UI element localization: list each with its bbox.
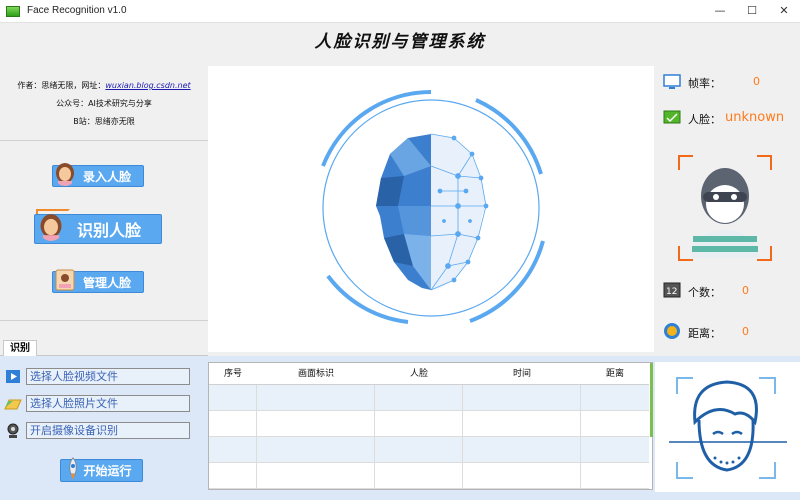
close-button[interactable]: ✕ <box>770 3 798 19</box>
face-right-half <box>431 134 486 290</box>
video-play-icon <box>4 368 22 385</box>
table-row[interactable] <box>209 411 649 437</box>
scan-arc-bottom-left <box>326 274 409 324</box>
face-scan-illustration <box>321 90 545 324</box>
count-value: 0 <box>742 284 749 297</box>
col-distance: 距离 <box>605 369 624 379</box>
woman-avatar-icon <box>56 163 74 186</box>
col-frame-id: 画面标识 <box>297 369 334 379</box>
tab-strip: 识别 <box>0 340 208 357</box>
title-bar: Face Recognition v1.0 — ☐ ✕ <box>0 0 800 23</box>
video-display-area <box>208 66 654 352</box>
woman-avatar-large-icon <box>40 214 62 241</box>
id-card-icon <box>55 269 75 291</box>
maximize-button[interactable]: ☐ <box>738 3 766 19</box>
app-icon <box>6 6 20 17</box>
select-photo-file-field[interactable]: 选择人脸照片文件 <box>26 395 190 412</box>
face-scan-thumbnail-panel <box>655 362 800 492</box>
scan-arc-bottom-right <box>469 240 545 323</box>
video-option-row: 选择人脸视频文件 <box>4 368 190 385</box>
recognize-face-label: 识别人脸 <box>76 221 141 240</box>
svg-text:12: 12 <box>666 287 677 297</box>
wechat-line: 公众号：AI技术研究与分享 <box>56 99 152 108</box>
author-link[interactable]: wuxian.blog.csdn.net <box>105 81 190 90</box>
table-row[interactable] <box>209 437 649 463</box>
window-title: Face Recognition v1.0 <box>27 5 127 16</box>
select-video-file-field[interactable]: 选择人脸视频文件 <box>26 368 190 385</box>
bilibili-line: B站：思绪亦无限 <box>73 117 135 126</box>
distance-value: 0 <box>742 325 749 338</box>
camera-option-row: 开启摄像设备识别 <box>4 422 190 439</box>
minimize-button[interactable]: — <box>706 3 734 19</box>
page-title: 人脸识别与管理系统 <box>314 32 486 52</box>
count-label: 个数： <box>688 286 721 299</box>
left-divider <box>0 320 208 321</box>
enroll-face-label: 录入人脸 <box>82 169 131 184</box>
col-index: 序号 <box>223 369 242 379</box>
run-label: 开始运行 <box>83 464 132 478</box>
col-time: 时间 <box>512 369 531 379</box>
table-row[interactable] <box>209 385 649 411</box>
face-check-icon <box>663 110 681 124</box>
monitor-icon <box>663 74 681 89</box>
results-table: 序号 画面标识 人脸 时间 距离 <box>208 362 653 490</box>
fps-value: 0 <box>753 75 760 88</box>
app-window: Face Recognition v1.0 — ☐ ✕ 人脸识别与管理系统 作者… <box>0 0 800 500</box>
col-face: 人脸 <box>409 369 428 379</box>
unknown-person-icon <box>678 155 772 261</box>
scan-arc-top-right <box>475 98 543 175</box>
webcam-icon <box>4 422 22 439</box>
table-header: 序号 画面标识 人脸 时间 距离 <box>209 363 649 385</box>
author-info-panel: 作者：思绪无限，网址：wuxian.blog.csdn.net 公众号：AI技术… <box>0 66 208 141</box>
manage-face-label: 管理人脸 <box>82 275 131 290</box>
table-scrollbar[interactable] <box>650 363 653 437</box>
stats-panel: 帧率： 0 人脸： unknown 12 个数： 0 距离： 0 <box>655 66 800 352</box>
distance-label: 距离： <box>688 327 721 340</box>
rocket-icon <box>69 457 77 480</box>
photo-option-row: 选择人脸照片文件 <box>4 395 190 412</box>
distance-icon <box>664 323 680 339</box>
photo-folder-icon <box>4 395 22 412</box>
face-value: unknown <box>725 110 785 125</box>
author-line: 作者：思绪无限，网址：wuxian.blog.csdn.net <box>0 80 208 91</box>
open-camera-field[interactable]: 开启摄像设备识别 <box>26 422 190 439</box>
count-icon: 12 <box>663 282 681 298</box>
table-row[interactable] <box>209 463 649 489</box>
fps-label: 帧率： <box>688 77 721 90</box>
face-scan-icon <box>669 377 787 479</box>
action-panel: 录入人脸 识别人脸 管理人脸 <box>0 142 208 320</box>
author-label: 作者：思绪无限，网址： <box>17 81 106 90</box>
run-button[interactable]: 开始运行 <box>60 457 143 482</box>
face-label: 人脸： <box>688 113 721 126</box>
tab-recognize[interactable]: 识别 <box>3 340 37 357</box>
